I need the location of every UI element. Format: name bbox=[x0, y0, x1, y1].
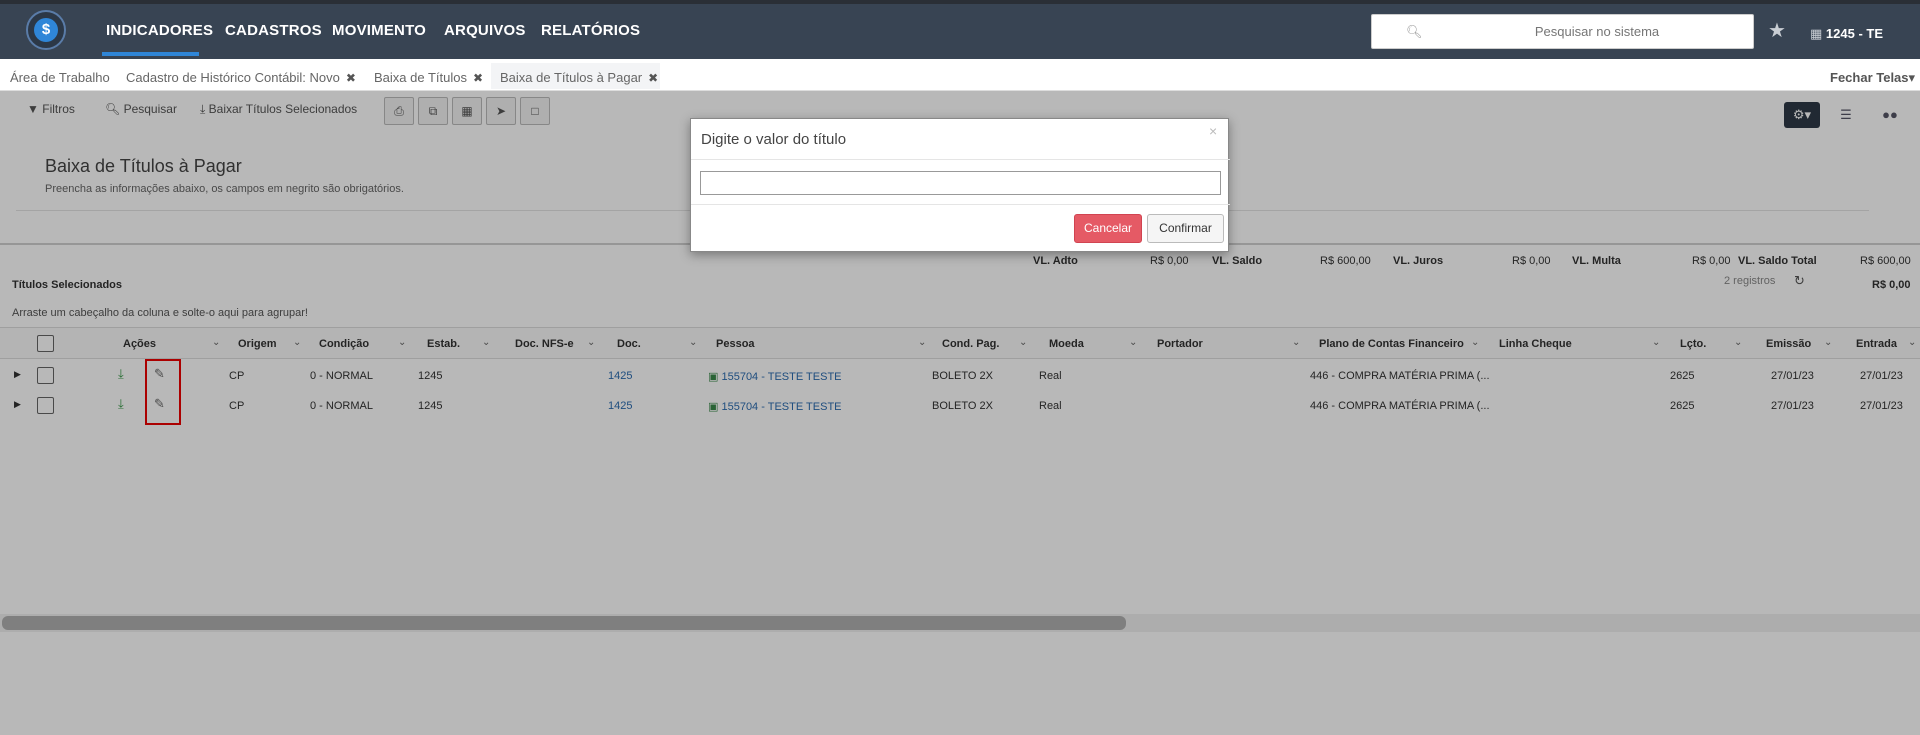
nav-movimento[interactable]: MOVIMENTO bbox=[332, 22, 426, 39]
favorites-star-icon[interactable]: ★ bbox=[1768, 18, 1786, 43]
close-icon[interactable]: ✖ bbox=[346, 71, 356, 85]
nav-active-indicator bbox=[102, 52, 199, 56]
divider bbox=[691, 159, 1230, 160]
divider bbox=[691, 204, 1230, 205]
nav-cadastros[interactable]: CADASTROS bbox=[225, 22, 322, 39]
building-icon: ▦ bbox=[1810, 26, 1823, 41]
search-box[interactable]: 🔍︎ bbox=[1371, 14, 1754, 49]
close-icon[interactable]: × bbox=[1209, 123, 1217, 139]
title-value-input[interactable] bbox=[700, 171, 1221, 195]
nav-indicadores[interactable]: INDICADORES bbox=[106, 22, 213, 39]
tab-label: Baixa de Títulos à Pagar bbox=[500, 70, 643, 85]
search-icon: 🔍︎ bbox=[1406, 24, 1423, 39]
cancel-button[interactable]: Cancelar bbox=[1074, 214, 1142, 243]
tab-label: Cadastro de Histórico Contábil: Novo bbox=[126, 70, 340, 85]
close-all-tabs-button[interactable]: Fechar Telas▾ bbox=[1830, 70, 1915, 86]
tab-label: Baixa de Títulos bbox=[374, 70, 467, 85]
dialog-title: Digite o valor do título bbox=[701, 131, 847, 148]
company-label: 1245 - TE bbox=[1825, 26, 1884, 41]
value-dialog: Digite o valor do título × Cancelar Conf… bbox=[690, 118, 1230, 252]
top-navbar: $ INDICADORES CADASTROS MOVIMENTO ARQUIV… bbox=[0, 0, 1920, 59]
company-selector[interactable]: ▦ 1245 - TE bbox=[1810, 26, 1883, 42]
nav-relatorios[interactable]: RELATÓRIOS bbox=[541, 22, 640, 39]
close-icon[interactable]: ✖ bbox=[473, 71, 483, 85]
tab-label: Área de Trabalho bbox=[10, 70, 110, 85]
close-all-label: Fechar Telas bbox=[1830, 70, 1909, 85]
tab-area-de-trabalho[interactable]: Área de Trabalho bbox=[10, 70, 110, 85]
dollar-icon: $ bbox=[34, 18, 58, 42]
nav-arquivos[interactable]: ARQUIVOS bbox=[444, 22, 526, 39]
search-input[interactable] bbox=[1452, 15, 1742, 48]
tab-baixa-de-titulos[interactable]: Baixa de Títulos ✖ bbox=[374, 70, 483, 85]
confirm-button[interactable]: Confirmar bbox=[1147, 214, 1224, 243]
caret-down-icon: ▾ bbox=[1908, 70, 1916, 85]
tab-baixa-titulos-pagar[interactable]: Baixa de Títulos à Pagar ✖ bbox=[500, 70, 658, 85]
close-icon[interactable]: ✖ bbox=[648, 71, 658, 85]
app-logo[interactable]: $ bbox=[26, 10, 66, 50]
tab-cadastro-historico[interactable]: Cadastro de Histórico Contábil: Novo ✖ bbox=[126, 70, 356, 85]
